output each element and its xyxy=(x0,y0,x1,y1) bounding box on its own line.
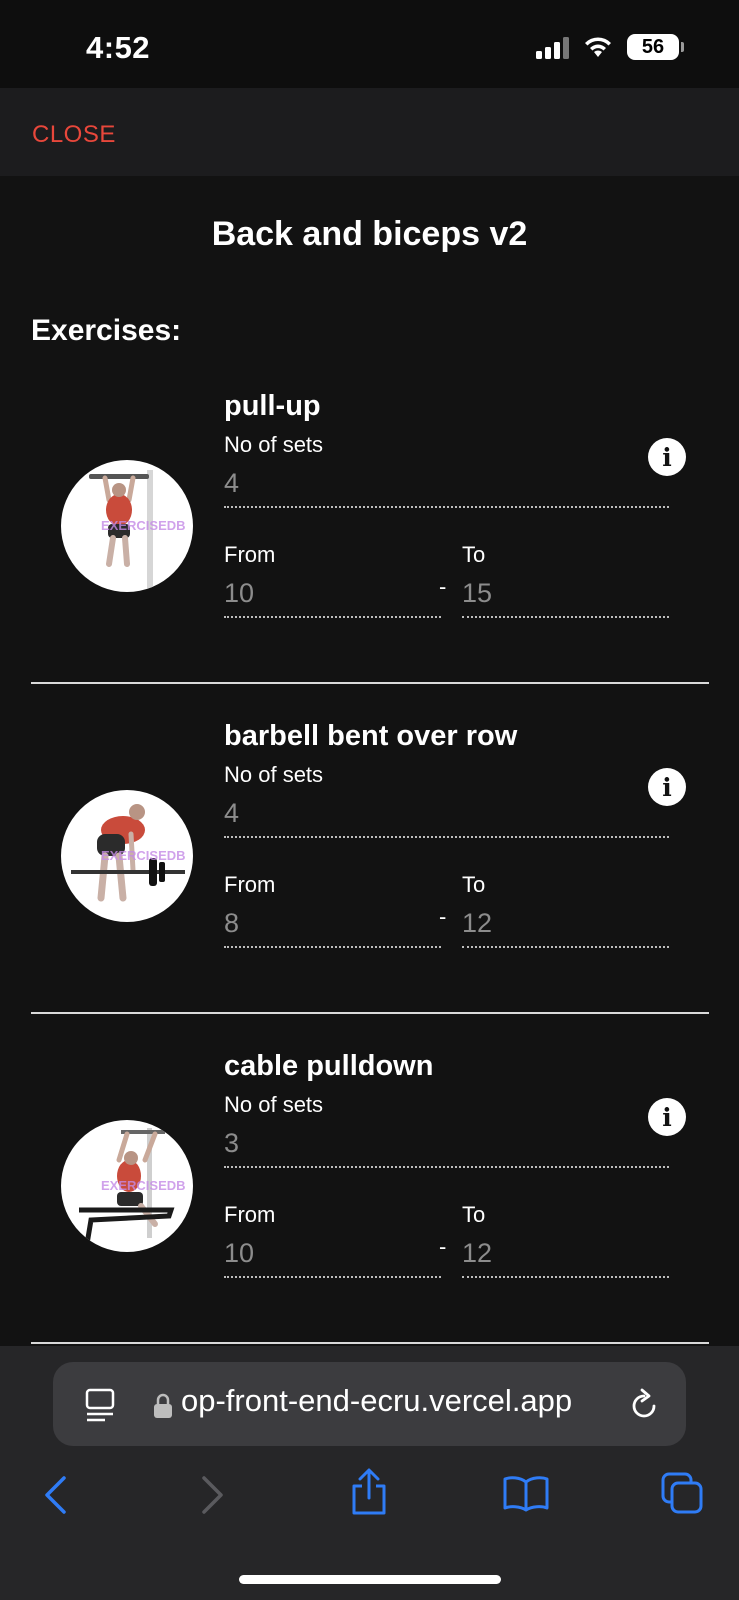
tabs-icon[interactable] xyxy=(660,1471,704,1515)
status-bar: 4:52 56 xyxy=(0,0,739,88)
url-text[interactable]: op-front-end-ecru.vercel.app xyxy=(181,1383,604,1419)
svg-text:EXERCISEDB: EXERCISEDB xyxy=(101,518,186,533)
divider xyxy=(31,1342,709,1344)
info-icon[interactable]: i xyxy=(648,1098,686,1136)
battery-icon: 56 xyxy=(627,34,684,60)
sets-input[interactable]: 3 xyxy=(224,1126,669,1168)
reader-icon[interactable] xyxy=(85,1388,117,1422)
sets-label: No of sets xyxy=(224,1092,324,1117)
exercise-name: barbell bent over row xyxy=(224,720,518,752)
exercise-name: cable pulldown xyxy=(224,1050,434,1082)
from-label: From xyxy=(224,872,276,897)
to-label: To xyxy=(462,872,486,897)
reps-from-input[interactable]: 10 xyxy=(224,576,441,618)
bookmarks-icon[interactable] xyxy=(502,1474,550,1512)
home-indicator[interactable] xyxy=(239,1575,501,1584)
wifi-icon xyxy=(585,37,611,57)
reload-icon[interactable] xyxy=(628,1388,660,1422)
info-icon[interactable]: i xyxy=(648,768,686,806)
reps-from-input[interactable]: 10 xyxy=(224,1236,441,1278)
range-separator: - xyxy=(439,904,447,929)
reps-from-input[interactable]: 8 xyxy=(224,906,441,948)
sets-label: No of sets xyxy=(224,762,324,787)
sets-input[interactable]: 4 xyxy=(224,796,669,838)
exercise-card: EXERCISEDB barbell bent over row No of s… xyxy=(31,720,709,1050)
to-label: To xyxy=(462,1202,486,1227)
reps-to-input[interactable]: 12 xyxy=(462,906,669,948)
close-button[interactable]: CLOSE xyxy=(32,121,116,149)
to-label: To xyxy=(462,542,486,567)
svg-text:EXERCISEDB: EXERCISEDB xyxy=(101,1178,186,1193)
from-label: From xyxy=(224,542,276,567)
info-icon[interactable]: i xyxy=(648,438,686,476)
page-title: Back and biceps v2 xyxy=(211,215,528,253)
from-label: From xyxy=(224,1202,276,1227)
exercise-card: EXERCISEDB cable pulldown No of sets 3 i… xyxy=(31,1050,709,1380)
range-separator: - xyxy=(439,574,447,599)
exercise-card: EXERCISEDB pull-up No of sets 4 i From T… xyxy=(31,390,709,720)
svg-text:EXERCISEDB: EXERCISEDB xyxy=(101,848,186,863)
forward-icon[interactable] xyxy=(200,1475,226,1515)
reps-to-input[interactable]: 12 xyxy=(462,1236,669,1278)
reps-to-input[interactable]: 15 xyxy=(462,576,669,618)
share-icon[interactable] xyxy=(349,1468,389,1516)
lock-icon xyxy=(154,1393,172,1418)
sets-label: No of sets xyxy=(224,432,324,457)
exercise-thumbnail: EXERCISEDB xyxy=(61,460,193,592)
range-separator: - xyxy=(439,1234,447,1259)
status-icons: 56 xyxy=(536,34,684,60)
divider xyxy=(31,682,709,684)
exercises-heading: Exercises: xyxy=(31,314,182,347)
divider xyxy=(31,1012,709,1014)
sets-input[interactable]: 4 xyxy=(224,466,669,508)
back-icon[interactable] xyxy=(42,1475,68,1515)
status-time: 4:52 xyxy=(86,30,151,65)
exercise-thumbnail: EXERCISEDB xyxy=(61,790,193,922)
exercise-name: pull-up xyxy=(224,390,321,422)
cellular-signal-icon xyxy=(536,35,569,59)
exercise-thumbnail: EXERCISEDB xyxy=(61,1120,193,1252)
